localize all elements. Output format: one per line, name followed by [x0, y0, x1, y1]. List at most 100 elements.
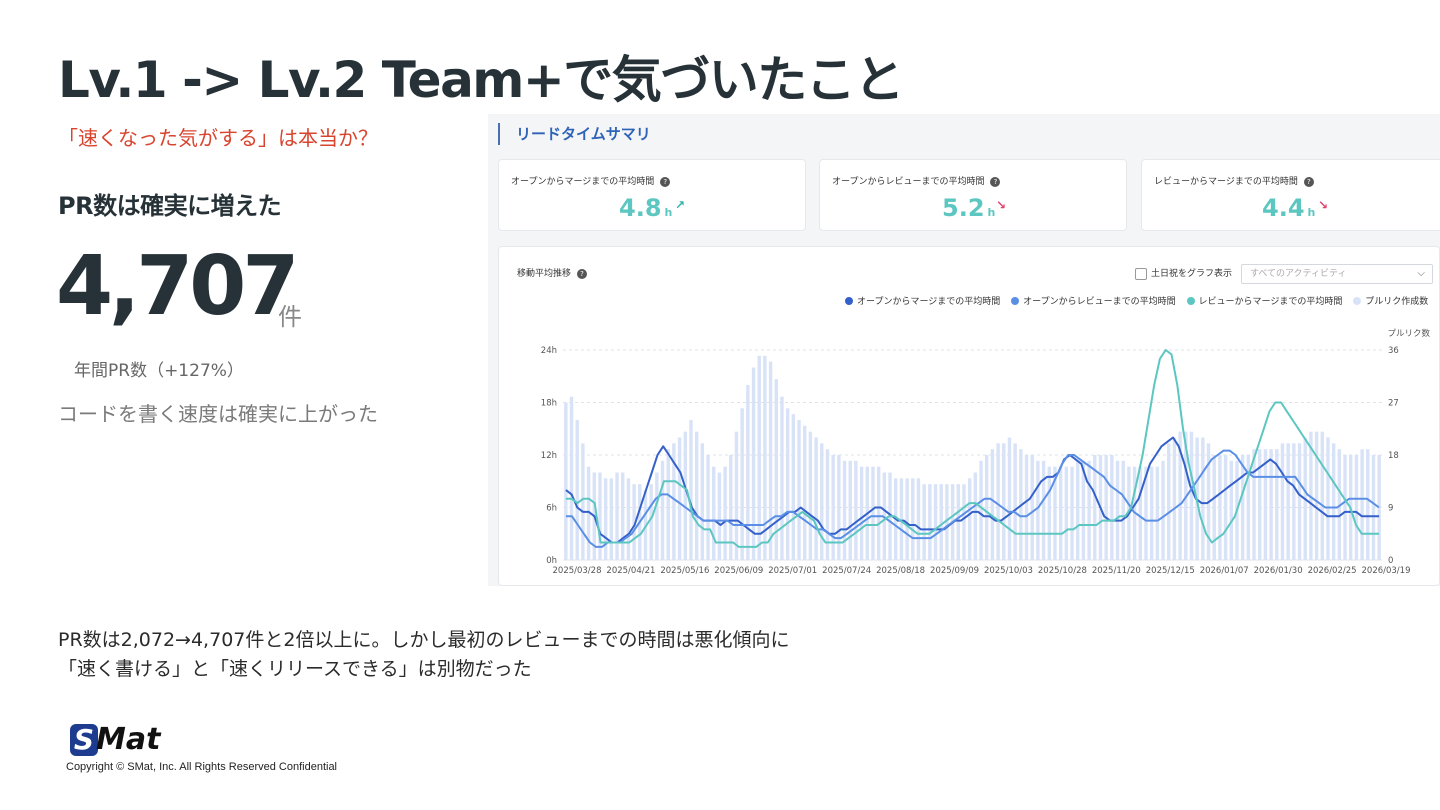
y-left-tick-label: 18h — [541, 399, 557, 409]
pr-count-bar — [1121, 460, 1125, 560]
pr-count-bar — [780, 396, 784, 560]
pr-count-bar — [1030, 455, 1034, 560]
pr-count-bar — [842, 460, 847, 560]
x-tick-label: 2025/06/09 — [714, 566, 763, 576]
pr-count-bar — [603, 478, 608, 560]
y-left-tick-label: 0h — [546, 556, 557, 566]
pr-count-bar — [797, 420, 801, 560]
x-tick-label: 2026/01/30 — [1254, 566, 1303, 576]
pr-count-bar — [1167, 443, 1171, 560]
help-icon[interactable]: ? — [660, 176, 671, 187]
pr-count: 4,707 — [56, 239, 299, 334]
x-tick-label: 2025/08/18 — [876, 566, 925, 576]
pr-count-bar — [564, 402, 568, 560]
pr-count-bar — [1223, 455, 1228, 560]
pr-count-bar — [712, 466, 716, 560]
panel-title: リードタイムサマリ — [498, 123, 651, 145]
metric-label-text: オープンからマージまでの平均時間 — [511, 177, 655, 187]
pr-count-bar — [1240, 455, 1245, 560]
copyright: Copyright © SMat, Inc. All Rights Reserv… — [66, 761, 338, 773]
pr-count-bar — [791, 414, 796, 560]
speed-note: コードを書く速度は確実に上がった — [58, 402, 378, 426]
pr-count-bar — [848, 460, 852, 560]
pr-count-bar — [837, 455, 841, 560]
lead-time-summary-panel: リードタイムサマリ オープンからマージまでの平均時間? 4.8 h ↗ オープンか… — [488, 114, 1440, 586]
x-tick-label: 2025/05/16 — [660, 566, 709, 576]
subtitle: 「速くなった気がする」は本当か？ — [58, 126, 378, 150]
pr-count-bar — [1189, 431, 1194, 560]
metric-label-text: レビューからマージまでの平均時間 — [1154, 177, 1298, 187]
pr-count-bar — [689, 420, 693, 560]
pr-count-bar — [979, 460, 983, 560]
pr-count-bar — [1212, 455, 1216, 560]
x-tick-label: 2026/01/07 — [1200, 566, 1249, 576]
x-tick-label: 2025/11/20 — [1092, 566, 1141, 576]
metric-label-text: オープンからレビューまでの平均時間 — [832, 177, 985, 187]
pr-count-bar — [1172, 437, 1177, 560]
pr-count-bar — [1138, 466, 1142, 560]
pr-count-bar — [1314, 431, 1319, 560]
pr-caption: 年間PR数（+127%） — [74, 361, 244, 381]
chart-plot[interactable]: 0h 6h 12h 18h 24h 0 9 18 27 36 プルリク数 2025/03/28 2025… — [499, 247, 1440, 587]
x-tick-label: 2025/10/03 — [984, 566, 1033, 576]
y-right-tick-label: 9 — [1388, 504, 1393, 514]
pr-count-bar — [996, 443, 1000, 560]
company-logo: SMat — [70, 724, 160, 758]
pr-count-bar — [820, 443, 824, 560]
x-tick-label: 2026/03/19 — [1362, 566, 1411, 576]
pr-count-bar — [973, 472, 978, 560]
x-tick-label: 2025/07/01 — [768, 566, 817, 576]
metric-label: レビューからマージまでの平均時間? — [1154, 174, 1314, 187]
pr-count-bar — [854, 460, 858, 560]
pr-count-bar — [814, 437, 818, 560]
pr-count-bar — [1360, 449, 1364, 560]
pr-count-bar — [1326, 437, 1330, 560]
x-tick-label: 2025/10/28 — [1038, 566, 1087, 576]
trend-up-icon: ↗ — [675, 198, 686, 212]
metric-unit: h — [664, 206, 673, 219]
pr-count-bar — [1013, 443, 1017, 560]
pr-count-bar — [1292, 443, 1296, 560]
pr-count-bar — [694, 431, 699, 560]
pr-count-bar — [1064, 466, 1069, 560]
pr-count-bar — [1041, 460, 1046, 560]
pr-count-bar — [768, 361, 773, 560]
pr-count-bar — [1269, 449, 1273, 560]
metric-unit: h — [987, 206, 996, 219]
pr-count-bar — [1280, 443, 1285, 560]
pr-heading: PR数は確実に増えた — [58, 192, 282, 220]
help-icon[interactable]: ? — [990, 176, 1001, 187]
pr-count-bar — [911, 478, 915, 560]
pr-count-bar — [1371, 455, 1376, 560]
pr-count-bar — [939, 484, 943, 560]
pr-count-bar — [655, 472, 659, 560]
y-left-tick-label: 12h — [541, 451, 557, 461]
x-tick-label: 2025/07/24 — [822, 566, 871, 576]
series-line — [565, 349, 1380, 548]
pr-count-bar — [1149, 466, 1154, 560]
y-left-tick-label: 6h — [546, 504, 557, 514]
trend-down-icon: ↘ — [996, 198, 1007, 212]
pr-count-bar — [808, 431, 813, 560]
pr-count-bar — [1297, 443, 1302, 560]
pr-count-bar — [683, 431, 687, 560]
pr-count-bar — [933, 484, 938, 560]
pr-count-bar — [1115, 460, 1120, 560]
metric-card-open-to-review: オープンからレビューまでの平均時間? 5.2 h ↘ — [819, 159, 1127, 231]
pr-count-bar — [734, 431, 739, 560]
metric-value: 5.2 h — [942, 194, 995, 222]
pr-count-bar — [967, 478, 972, 560]
moving-average-chart-card: 移動平均推移? 土日祝をグラフ表示 すべてのアクティビティ ⌵ オープンからマージ… — [498, 246, 1440, 586]
pr-count-bar — [990, 449, 995, 560]
pr-count-bar — [928, 484, 932, 560]
slide-title: Lv.1 -> Lv.2 Team+で気づいたこと — [58, 51, 904, 109]
footnote-line-2: 「速く書ける」と「速くリリースできる」は別物だった — [58, 658, 532, 680]
help-icon[interactable]: ? — [1303, 176, 1314, 187]
pr-count-unit: 件 — [278, 303, 302, 331]
pr-count-bar — [723, 466, 727, 560]
metric-label: オープンからマージまでの平均時間? — [511, 174, 671, 187]
pr-count-bar — [700, 443, 705, 560]
pr-count-bar — [1104, 455, 1108, 560]
footnote: PR数は2,072→4,707件と2倍以上に。しかし最初のレビューまでの時間は悪… — [58, 626, 789, 684]
footnote-line-1: PR数は2,072→4,707件と2倍以上に。しかし最初のレビューまでの時間は悪… — [58, 629, 790, 651]
